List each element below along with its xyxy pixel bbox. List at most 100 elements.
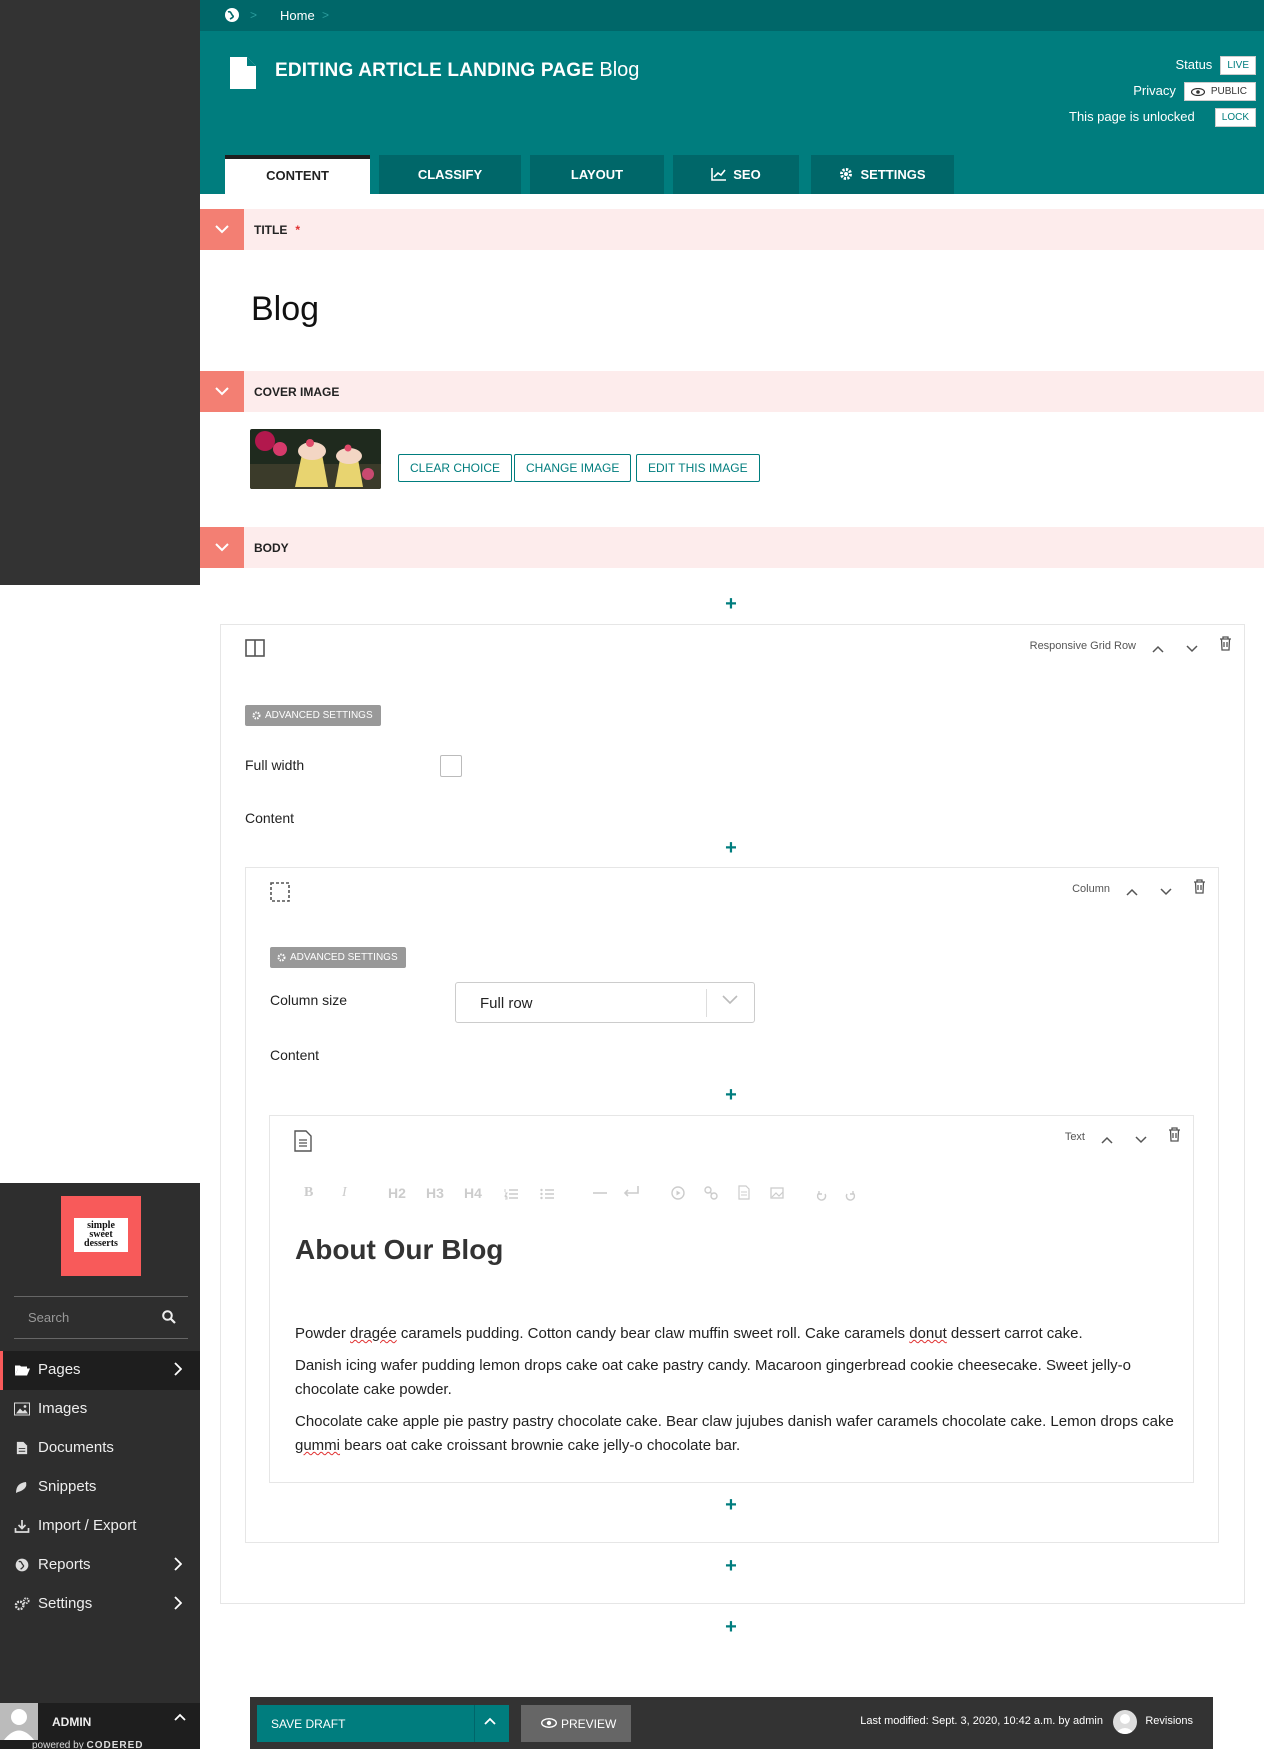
move-up-icon[interactable] [1126,883,1138,901]
move-down-icon[interactable] [1160,883,1172,901]
redo-icon[interactable] [844,1189,856,1205]
richtext-paragraph-1[interactable]: Powder dragée caramels pudding. Cotton c… [295,1322,1175,1346]
cover-image-thumbnail[interactable] [250,429,381,489]
privacy-row: Privacy PUBLIC [1133,82,1256,101]
chevron-down-icon [722,995,738,1005]
line-break-icon[interactable] [622,1185,640,1202]
ordered-list-icon[interactable] [504,1187,518,1203]
tab-seo[interactable]: SEO [673,155,799,194]
add-block-plus-icon[interactable]: + [721,1495,741,1515]
search-input[interactable]: Search [28,1310,69,1325]
globe-icon[interactable] [224,7,240,28]
save-draft-button[interactable]: SAVE DRAFT [257,1705,509,1742]
bold-button[interactable]: B [304,1185,313,1201]
body-section-header: BODY [200,527,1264,568]
tab-layout[interactable]: LAYOUT [530,155,664,194]
h4-button[interactable]: H4 [464,1185,482,1201]
column-content-label: Content [270,1047,320,1063]
horizontal-rule-icon[interactable] [592,1185,608,1202]
site-logo[interactable]: simple sweet desserts [61,1196,141,1276]
lock-status: This page is unlocked [1069,108,1195,124]
status-badge[interactable]: LIVE [1220,56,1256,75]
breadcrumb: > Home > [200,0,1264,31]
richtext-paragraph-3[interactable]: Chocolate cake apple pie pastry pastry c… [295,1410,1175,1458]
search-icon[interactable] [162,1310,176,1324]
status-label: Status [1175,56,1213,72]
add-block-plus-icon[interactable]: + [721,1617,741,1637]
page-title-name: Blog [599,59,640,81]
image-insert-icon[interactable] [770,1186,784,1202]
richtext-heading[interactable]: About Our Blog [295,1234,503,1266]
move-up-icon[interactable] [1101,1131,1113,1149]
sidebar-item-settings[interactable]: Settings [0,1585,200,1624]
undo-icon[interactable] [816,1189,828,1205]
breadcrumb-home[interactable]: Home [280,8,315,23]
embed-icon[interactable] [671,1186,685,1203]
privacy-button[interactable]: PUBLIC [1183,82,1256,101]
chevron-right-icon [174,1362,182,1376]
sidebar-search[interactable]: Search [14,1296,188,1339]
tab-settings[interactable]: SETTINGS [811,155,954,194]
add-block-plus-icon[interactable]: + [721,1556,741,1576]
column-size-select[interactable]: Full row [455,982,755,1023]
sidebar-item-pages[interactable]: Pages [0,1351,200,1390]
sidebar-item-label: Import / Export [38,1517,137,1534]
richtext-paragraph-2[interactable]: Danish icing wafer pudding lemon drops c… [295,1354,1175,1402]
body-toggle[interactable] [200,527,244,568]
split-divider [474,1705,475,1742]
move-down-icon[interactable] [1186,640,1198,658]
cover-section-header: COVER IMAGE [200,371,1264,412]
chevron-up-icon[interactable] [484,1717,496,1725]
row-content-label: Content [245,810,295,826]
document-link-icon[interactable] [738,1185,750,1203]
sidebar-item-images[interactable]: Images [0,1390,200,1429]
add-block-plus-icon[interactable]: + [721,838,741,858]
column-icon [270,882,290,907]
advanced-settings-button[interactable]: ADVANCED SETTINGS [245,705,381,726]
advanced-settings-label: ADVANCED SETTINGS [265,710,373,721]
h3-button[interactable]: H3 [426,1185,444,1201]
sidebar-item-documents[interactable]: Documents [0,1429,200,1468]
chevron-down-icon [215,543,229,552]
clear-choice-button[interactable]: CLEAR CHOICE [398,454,513,482]
preview-label: PREVIEW [561,1717,617,1731]
sidebar-item-import-export[interactable]: Import / Export [0,1507,200,1546]
tab-content[interactable]: CONTENT [225,155,370,194]
sidebar-top [0,0,200,585]
account-menu[interactable]: ADMIN powered by CODERED [0,1703,200,1751]
edit-image-button[interactable]: EDIT THIS IMAGE [636,454,760,482]
delete-icon[interactable] [1168,1127,1181,1147]
delete-icon[interactable] [1193,879,1206,899]
revisions-link[interactable]: Revisions [1145,1715,1193,1727]
sidebar-item-reports[interactable]: Reports [0,1546,200,1585]
italic-button[interactable]: I [342,1185,347,1201]
sidebar-item-snippets[interactable]: Snippets [0,1468,200,1507]
link-icon[interactable] [704,1186,718,1203]
h2-button[interactable]: H2 [388,1185,406,1201]
title-toggle[interactable] [200,209,244,250]
cover-toggle[interactable] [200,371,244,412]
tab-classify[interactable]: CLASSIFY [379,155,521,194]
page-title: EDITING ARTICLE LANDING PAGE Blog [275,59,639,82]
body-label: BODY [254,541,289,555]
select-divider [706,989,707,1017]
bullet-list-icon[interactable] [540,1187,554,1203]
delete-icon[interactable] [1219,636,1232,656]
download-icon [14,1520,30,1533]
globe-icon [15,1558,29,1572]
title-input[interactable]: Blog [251,290,319,329]
advanced-settings-button[interactable]: ADVANCED SETTINGS [270,947,406,968]
cogs-icon [14,1597,30,1611]
p1-text-c: caramels pudding. Cotton candy bear claw… [396,1325,910,1342]
p3-text-a: Chocolate cake apple pie pastry pastry c… [295,1413,1174,1430]
add-block-plus-icon[interactable]: + [721,1085,741,1105]
move-down-icon[interactable] [1135,1131,1147,1149]
move-up-icon[interactable] [1152,640,1164,658]
full-width-checkbox[interactable] [440,755,462,777]
preview-button[interactable]: PREVIEW [521,1705,631,1742]
p1-spellcheck-word: dragée [350,1325,397,1342]
lock-button[interactable]: LOCK [1214,108,1256,127]
add-block-plus-icon[interactable]: + [721,594,741,614]
change-image-button[interactable]: CHANGE IMAGE [514,454,632,482]
breadcrumb-separator: > [250,8,258,22]
